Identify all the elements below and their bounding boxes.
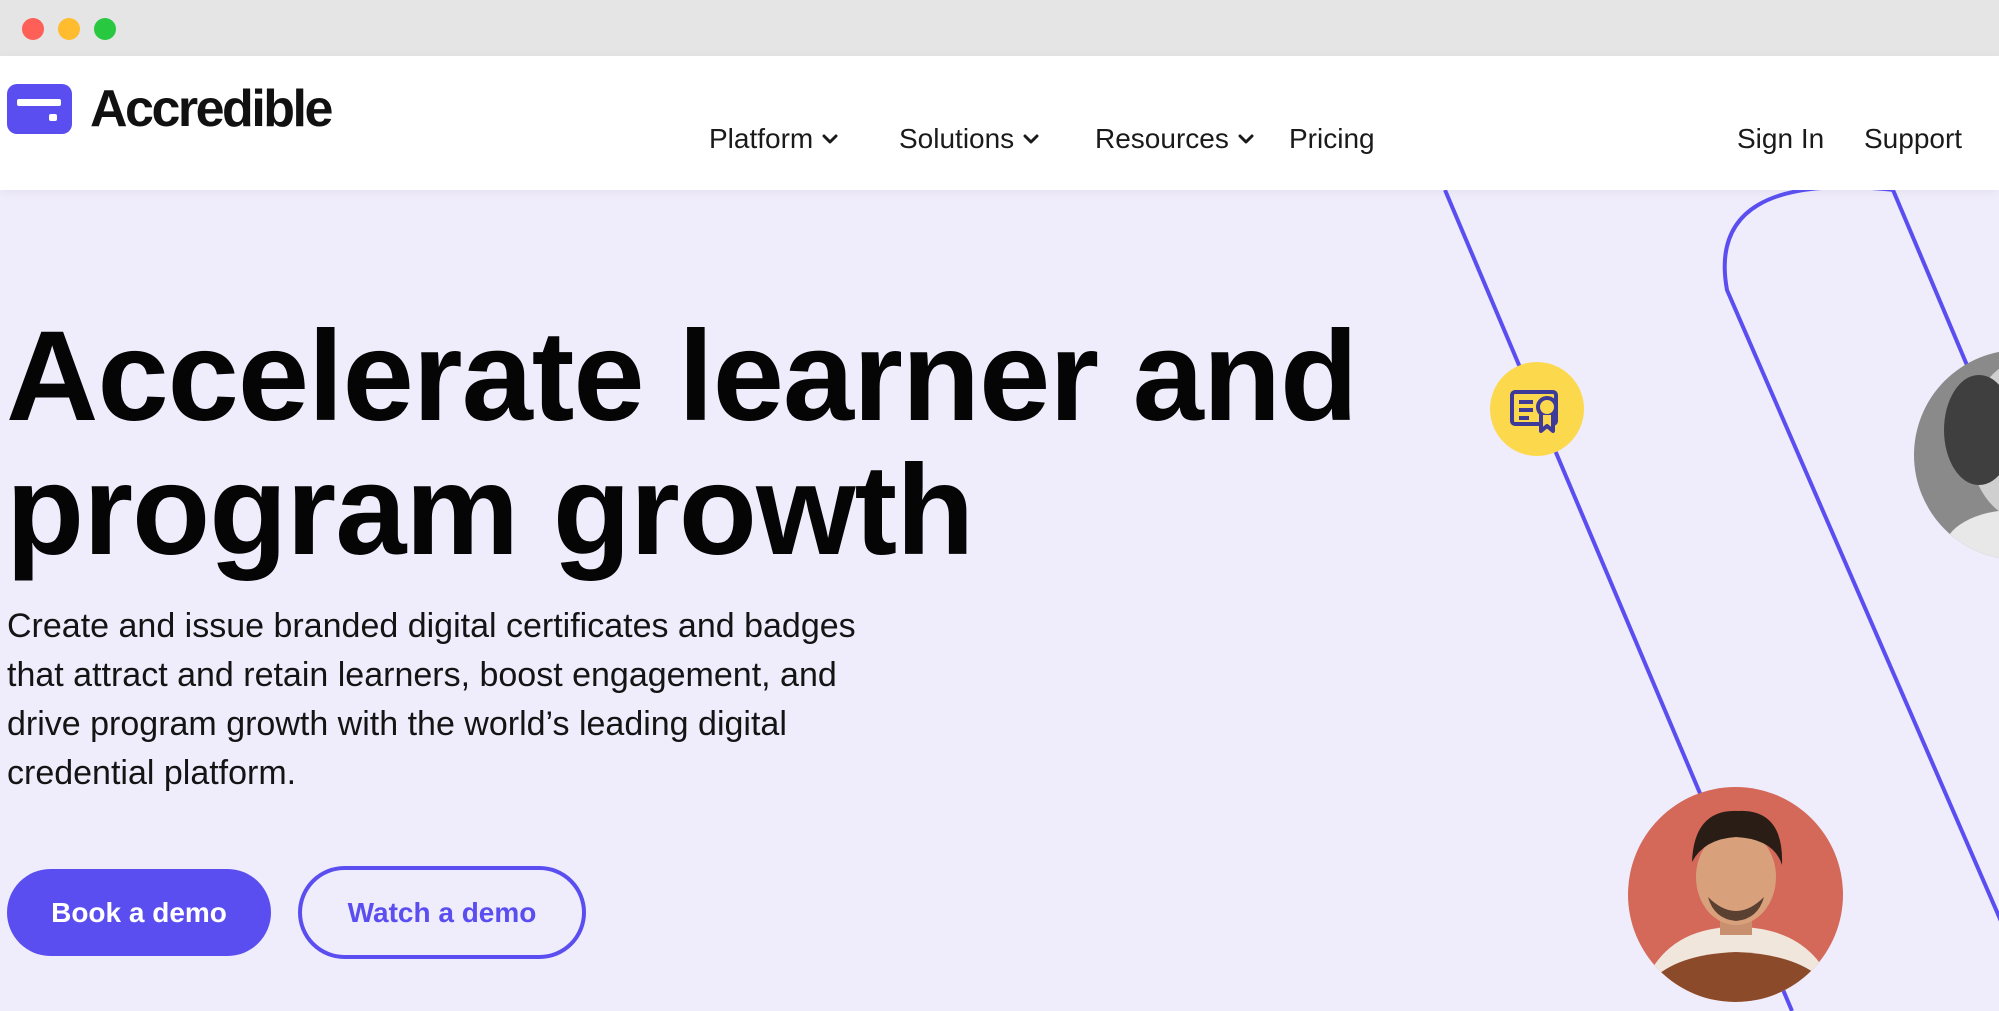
avatar-photo-woman (1914, 350, 1999, 565)
accredible-logo-icon (7, 84, 72, 134)
certificate-badge (1489, 361, 1585, 462)
support-link[interactable]: Support (1864, 123, 1962, 155)
hero-title: Accelerate learner and program growth (6, 310, 1446, 578)
sign-in-label: Sign In (1737, 123, 1825, 154)
hero-description-line: drive program growth with the world’s le… (7, 705, 787, 743)
window-titlebar (0, 0, 1999, 56)
watch-demo-button[interactable]: Watch a demo (298, 866, 586, 959)
hero-description-line: that attract and retain learners, boost … (7, 656, 837, 694)
hero-title-line: program growth (6, 439, 974, 582)
brand-logo[interactable]: Accredible (7, 80, 333, 138)
sign-in-link[interactable]: Sign In (1737, 123, 1824, 155)
hero-description-line: credential platform. (7, 754, 297, 792)
nav-solutions-label: Solutions (899, 123, 1015, 154)
nav-pricing-label: Pricing (1289, 123, 1375, 154)
chevron-down-icon (822, 134, 838, 143)
nav-resources[interactable]: Resources (1095, 123, 1254, 155)
nav-resources-label: Resources (1095, 123, 1229, 154)
window-maximize-button[interactable] (94, 18, 116, 40)
hero-title-line: Accelerate learner and (6, 305, 1358, 448)
chevron-down-icon (1238, 134, 1254, 143)
brand-name: Accredible (90, 80, 333, 138)
chevron-down-icon (1023, 134, 1039, 143)
nav-platform[interactable]: Platform (709, 123, 838, 155)
window-close-button[interactable] (22, 18, 44, 40)
hero-description-line: Create and issue branded digital certifi… (7, 607, 856, 645)
book-demo-button[interactable]: Book a demo (7, 869, 271, 956)
nav-solutions[interactable]: Solutions (899, 123, 1039, 155)
nav-pricing[interactable]: Pricing (1289, 123, 1375, 155)
nav-platform-label: Platform (709, 123, 814, 154)
window-minimize-button[interactable] (58, 18, 80, 40)
site-header: Accredible Platform Solutions Resources … (0, 56, 1999, 190)
support-label: Support (1864, 123, 1963, 154)
avatar-photo-man (1628, 787, 1843, 1007)
certificate-icon (1490, 362, 1584, 456)
hero-description: Create and issue branded digital certifi… (7, 602, 1027, 798)
